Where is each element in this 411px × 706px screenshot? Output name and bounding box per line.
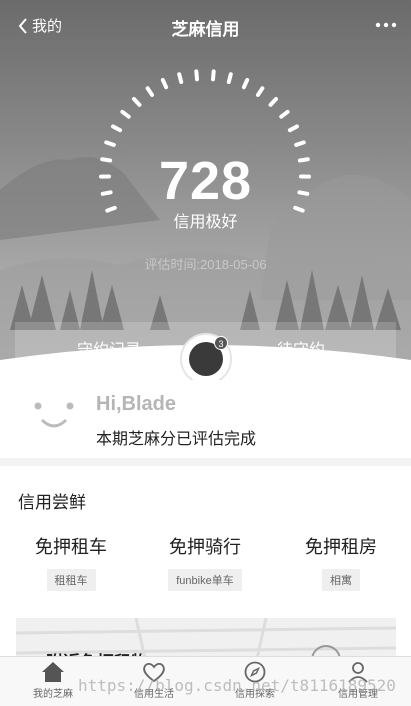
evaluation-time: 评估时间:2018-05-06 [144,257,267,272]
home-icon [42,662,64,682]
watermark: https://blog.csdn.net/t8116189520 [78,676,396,695]
card-house-rental[interactable]: 免押租房 相寓 [286,533,396,591]
card-tag: funbike单车 [168,569,242,591]
gauge-tick [255,86,265,97]
badge-icon: 3 [189,336,228,376]
card-title: 免押租车 [35,537,107,557]
gauge-tick [104,140,116,147]
page-title: 芝麻信用 [171,20,240,39]
section-divider [0,458,411,466]
gauge-tick [160,77,169,90]
gauge-tick [120,109,131,119]
gauge-tick [241,77,250,90]
gauge-tick [145,86,155,97]
badge-count: 3 [214,336,228,350]
card-bike-rental[interactable]: 免押骑行 funbike单车 [150,533,260,591]
more-icon[interactable] [375,22,397,28]
card-title: 免押租房 [305,537,377,557]
card-tag: 租租车 [46,569,96,591]
card-car-rental[interactable]: 免押租车 租租车 [16,533,126,591]
top-nav: 我的 芝麻信用 [0,0,411,50]
gauge-tick [226,72,233,84]
sesame-badge[interactable]: 3 [180,333,232,385]
section-title: 信用尝鲜 [18,493,86,512]
credit-hero: 728 信用极好 评估时间:2018-05-06 [0,0,411,372]
gauge-tick [287,124,299,133]
gauge-tick [132,96,142,107]
credit-level: 信用极好 [173,214,238,231]
gauge-tick [268,96,278,107]
credit-score: 728 [158,151,253,211]
smile-face-icon [34,402,74,428]
greeting-name: Hi,Blade [96,393,177,415]
gauge-tick [194,69,199,82]
gauge-tick [279,109,290,119]
gauge-tick [177,72,184,84]
greeting-message: 本期芝麻分已评估完成 [96,431,257,448]
card-tag: 相寓 [322,569,360,591]
gauge-tick [111,124,123,133]
gauge-tick [294,140,306,147]
card-title: 免押骑行 [169,537,241,557]
gauge-tick [211,69,216,82]
